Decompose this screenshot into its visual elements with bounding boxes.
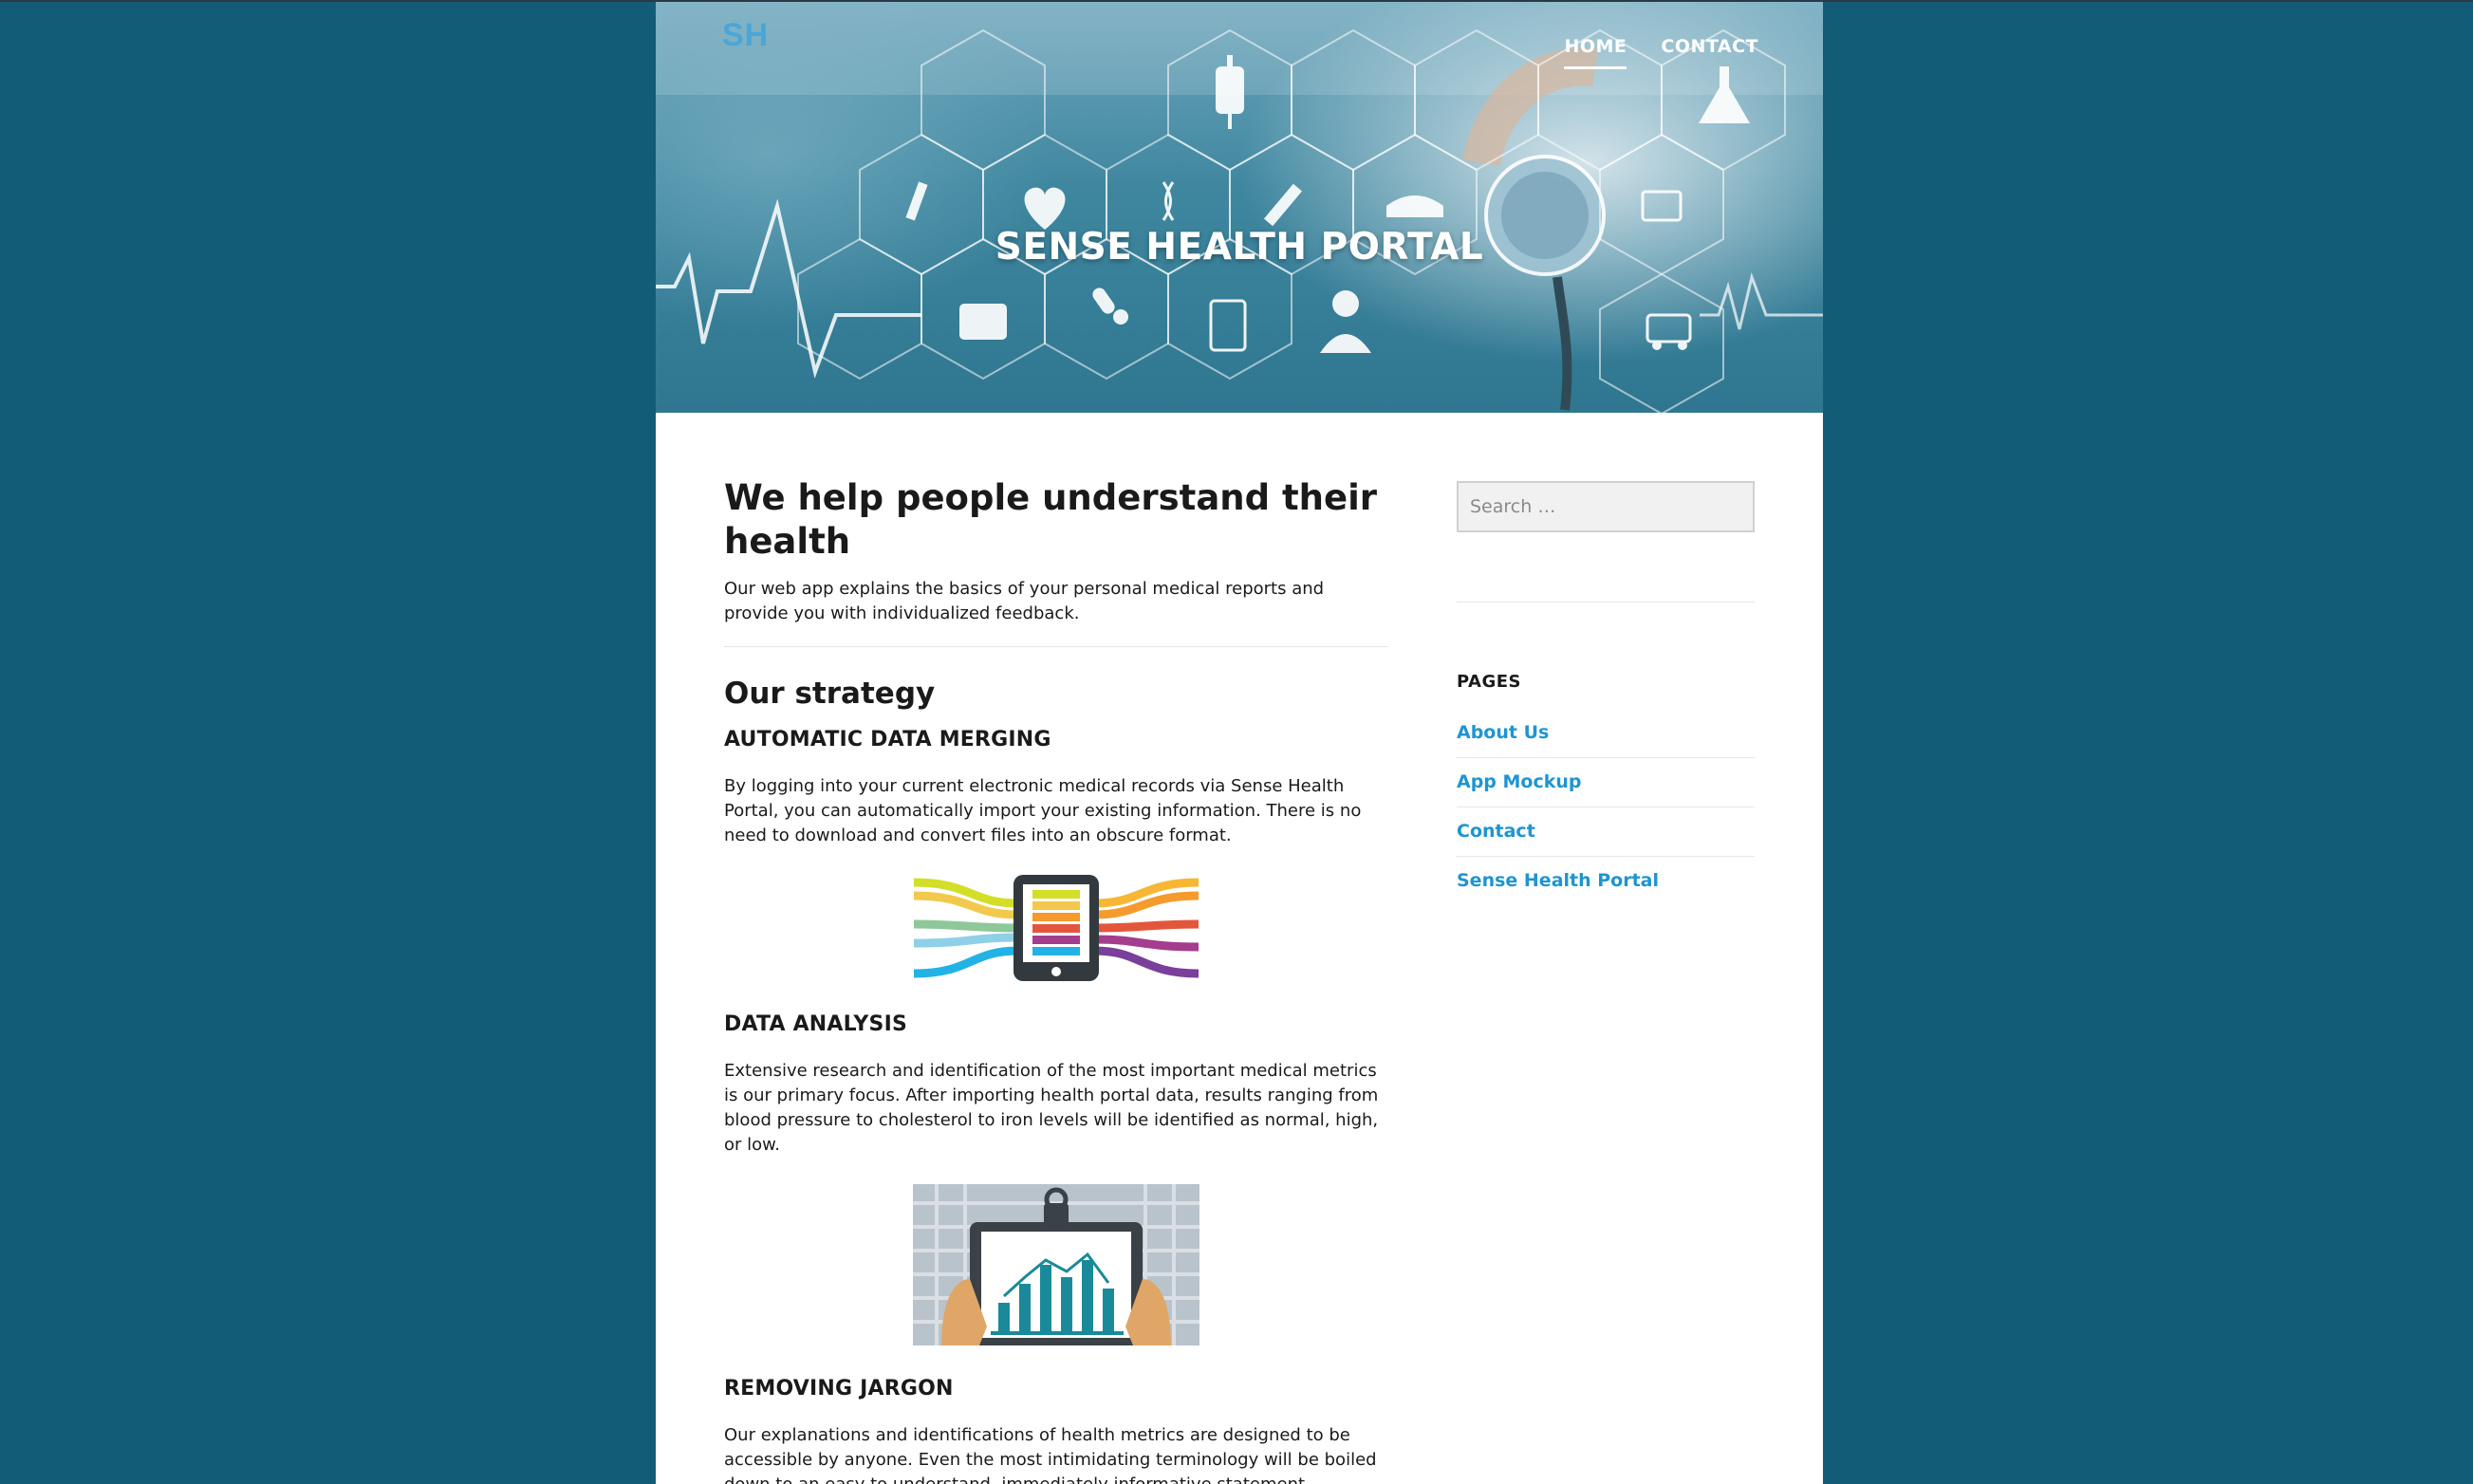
nav-contact-link[interactable]: CONTACT: [1661, 36, 1758, 69]
list-item: About Us: [1457, 709, 1755, 758]
ambulance-icon: [1646, 313, 1692, 350]
pages-widget-title: PAGES: [1457, 672, 1522, 692]
page-link-sense-health-portal[interactable]: Sense Health Portal: [1457, 870, 1659, 891]
flask-icon: [1699, 66, 1750, 123]
dropper-icon: [905, 181, 928, 221]
section-heading-data-analysis: DATA ANALYSIS: [724, 1012, 908, 1036]
section-heading-data-merging: AUTOMATIC DATA MERGING: [724, 728, 1051, 751]
site-header: SH HOME CONTACT SENSE HEALTH PORTAL: [656, 2, 1823, 413]
content-divider: [724, 646, 1388, 647]
first-aid-kit-icon: [959, 304, 1007, 340]
section-heading-removing-jargon: REMOVING JARGON: [724, 1377, 954, 1401]
doctor-icon: [1320, 290, 1371, 353]
dna-icon: [1162, 181, 1175, 221]
page-link-about-us[interactable]: About Us: [1457, 722, 1549, 743]
clipboard-icon: [1209, 299, 1247, 352]
main-content: We help people understand their health O…: [724, 476, 1388, 1484]
page-headline: We help people understand their health: [724, 477, 1378, 562]
sidebar-divider: [1457, 602, 1755, 603]
site-title: SENSE HEALTH PORTAL: [995, 226, 1484, 269]
intro-paragraph: Our web app explains the basics of your …: [724, 579, 1325, 623]
section-body-data-merging: By logging into your current electronic …: [724, 776, 1362, 845]
strategy-heading: Our strategy: [724, 677, 936, 711]
page-container: SH HOME CONTACT SENSE HEALTH PORTAL We h…: [656, 2, 1823, 1484]
page-link-app-mockup[interactable]: App Mockup: [1457, 771, 1582, 792]
pages-list: About Us App Mockup Contact Sense Health…: [1457, 709, 1755, 905]
data-analysis-illustration: [913, 1184, 1199, 1345]
list-item: Sense Health Portal: [1457, 857, 1755, 905]
iv-bag-icon: [1216, 55, 1244, 129]
main-nav: HOME CONTACT: [1564, 36, 1758, 69]
nav-home-link[interactable]: HOME: [1564, 36, 1627, 69]
heart-pulse-icon: [1024, 187, 1066, 230]
sidebar: PAGES About Us App Mockup Contact Sense …: [1457, 481, 1755, 905]
list-item: Contact: [1457, 807, 1755, 857]
nurse-cap-icon: [1386, 195, 1443, 217]
page-link-contact[interactable]: Contact: [1457, 821, 1535, 842]
section-body-removing-jargon: Our explanations and identifications of …: [724, 1425, 1377, 1484]
monitor-pulse-icon: [1641, 190, 1683, 222]
syringe-icon: [1263, 183, 1303, 227]
list-item: App Mockup: [1457, 758, 1755, 807]
section-body-data-analysis: Extensive research and identification of…: [724, 1061, 1379, 1155]
data-merging-illustration: [914, 875, 1199, 981]
pills-icon: [1092, 288, 1128, 325]
site-logo[interactable]: SH: [722, 17, 769, 54]
search-input[interactable]: [1457, 481, 1755, 532]
